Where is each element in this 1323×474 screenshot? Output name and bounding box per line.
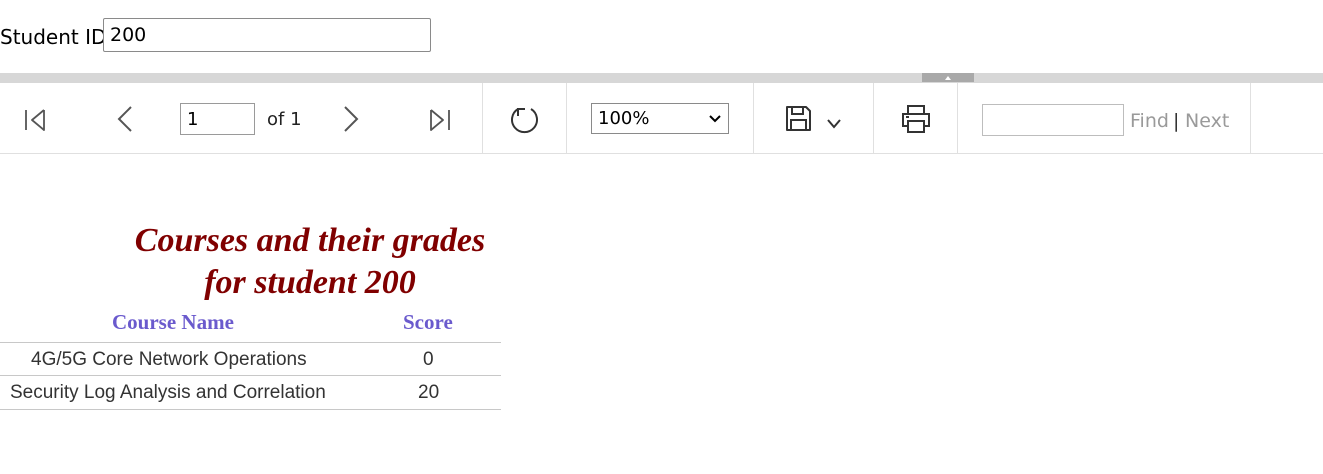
splitter-bar[interactable] bbox=[0, 73, 1323, 83]
zoom-value: 100% bbox=[598, 108, 650, 129]
student-id-input[interactable] bbox=[103, 18, 431, 52]
page-count-label: of 1 bbox=[267, 109, 302, 130]
column-header-score: Score bbox=[403, 310, 453, 334]
toolbar-separator bbox=[753, 83, 754, 153]
toolbar-separator bbox=[482, 83, 483, 153]
find-input[interactable] bbox=[982, 104, 1124, 136]
report-title-line-1: Courses and their grades bbox=[134, 222, 486, 259]
parameter-bar: Student ID bbox=[0, 0, 1323, 73]
report-title-line-2: for student 200 bbox=[204, 264, 416, 301]
first-page-icon[interactable] bbox=[22, 107, 48, 133]
previous-page-icon[interactable] bbox=[114, 105, 136, 133]
page-number-input[interactable] bbox=[180, 103, 255, 135]
course-name-cell: Security Log Analysis and Correlation bbox=[10, 382, 326, 403]
table-row: 4G/5G Core Network Operations 0 bbox=[0, 342, 501, 376]
chevron-down-icon bbox=[709, 115, 721, 123]
save-icon[interactable] bbox=[785, 105, 812, 132]
report-title: Courses and their grades for student 200 bbox=[120, 220, 500, 304]
score-cell: 0 bbox=[423, 349, 434, 370]
next-link[interactable]: Next bbox=[1185, 110, 1229, 132]
toolbar-separator bbox=[873, 83, 874, 153]
find-link[interactable]: Find bbox=[1130, 110, 1169, 132]
export-dropdown-icon[interactable] bbox=[826, 117, 842, 131]
column-header-course-name: Course Name bbox=[112, 310, 234, 334]
find-separator: | bbox=[1173, 110, 1180, 132]
print-icon[interactable] bbox=[900, 103, 932, 135]
course-name-cell: 4G/5G Core Network Operations bbox=[31, 349, 307, 370]
toolbar-separator bbox=[1250, 83, 1251, 153]
refresh-icon[interactable] bbox=[508, 103, 541, 136]
next-page-icon[interactable] bbox=[340, 105, 362, 133]
toolbar-separator bbox=[566, 83, 567, 153]
toolbar-separator bbox=[957, 83, 958, 153]
zoom-select[interactable]: 100% bbox=[591, 103, 729, 134]
table-row: Security Log Analysis and Correlation 20 bbox=[0, 375, 501, 410]
collapse-parameters-button[interactable] bbox=[922, 73, 974, 82]
last-page-icon[interactable] bbox=[427, 107, 453, 133]
student-id-label: Student ID bbox=[0, 25, 107, 49]
score-cell: 20 bbox=[418, 382, 440, 403]
collapse-arrow-icon bbox=[945, 76, 951, 80]
